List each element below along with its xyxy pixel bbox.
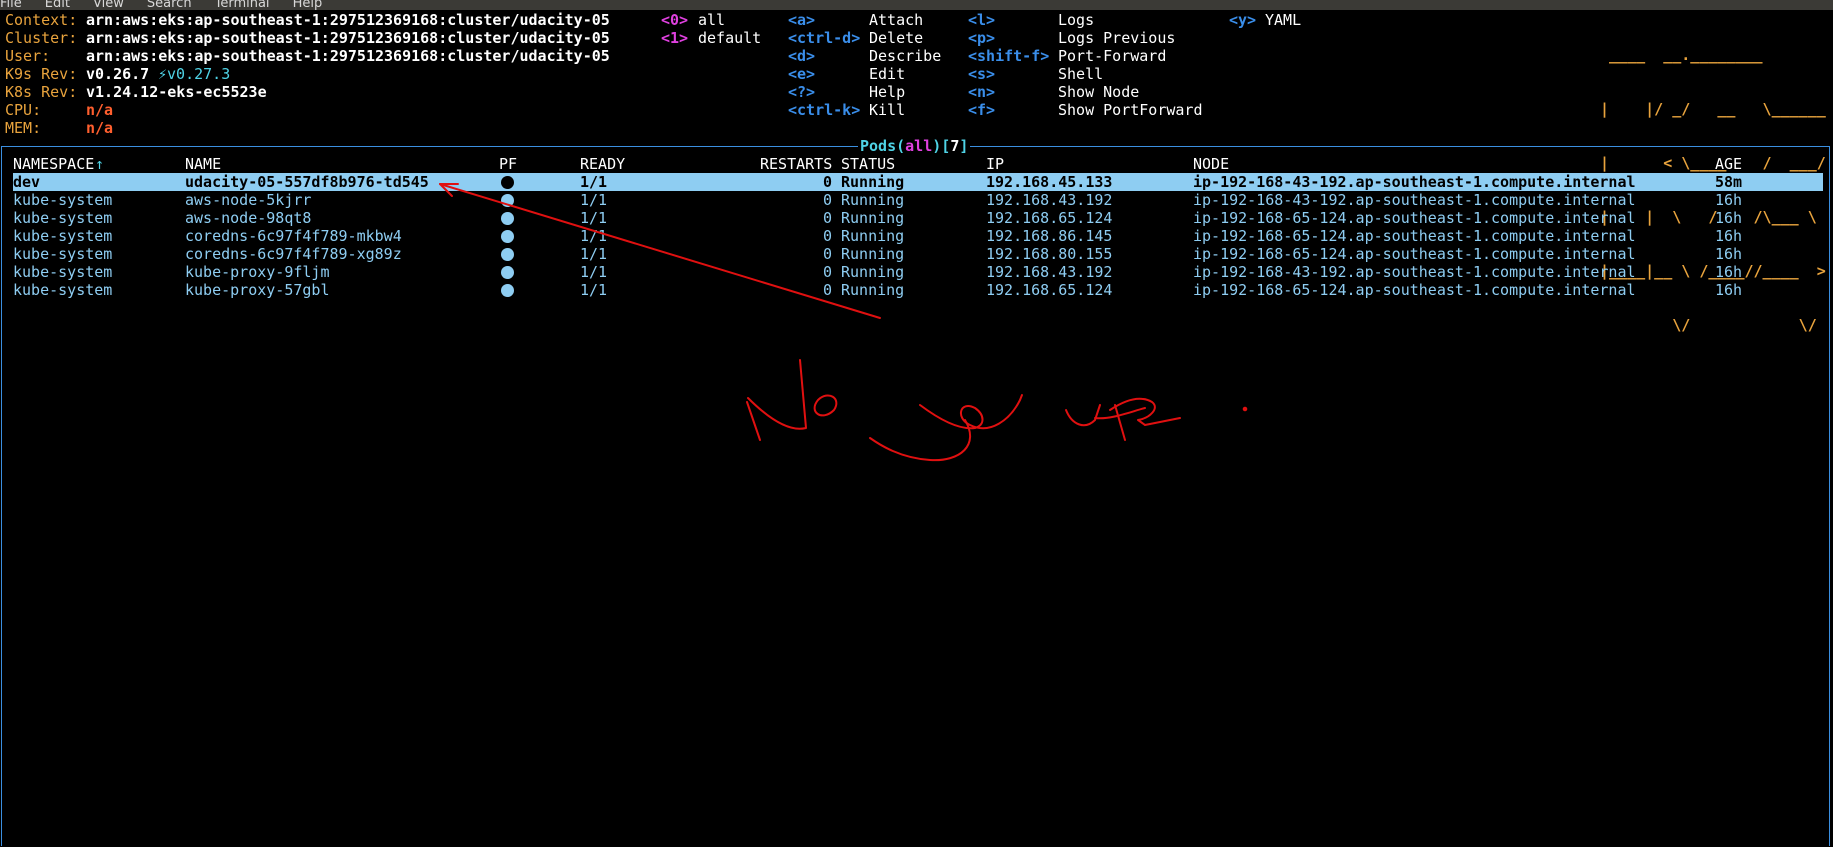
handwritten-annotation <box>439 183 1248 462</box>
annotation-letter <box>746 359 807 441</box>
annotation-letter <box>1094 407 1146 420</box>
annotation-dot <box>1242 406 1248 412</box>
annotation-letter <box>813 394 838 417</box>
annotation-letter <box>1109 397 1181 441</box>
annotation-letter <box>1065 404 1101 427</box>
annotation-letter <box>919 394 1023 430</box>
annotation-arrow-shaft <box>439 183 881 319</box>
